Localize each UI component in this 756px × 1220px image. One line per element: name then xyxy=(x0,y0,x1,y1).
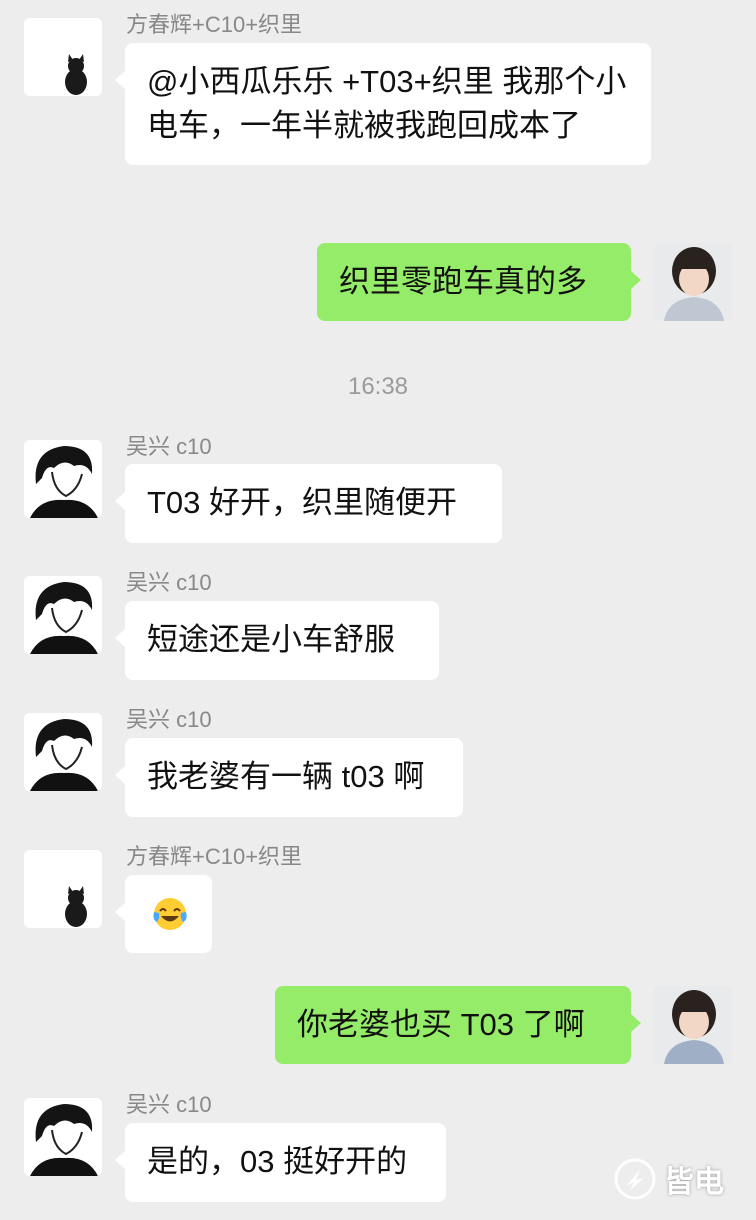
avatar-wu[interactable] xyxy=(24,576,102,654)
message-text: 你老婆也买 T03 了啊 xyxy=(297,1007,585,1042)
message-bubble[interactable]: 我老婆有一辆 t03 啊 xyxy=(115,738,463,817)
watermark: 皆电 xyxy=(614,1152,744,1206)
sender-name: 吴兴 c10 xyxy=(126,707,212,732)
avatar-self[interactable] xyxy=(654,986,732,1064)
message-text: 是的，03 挺好开的 xyxy=(147,1144,408,1179)
avatar-wu[interactable] xyxy=(24,440,102,518)
anime-man-icon xyxy=(24,713,102,791)
anime-man-icon xyxy=(24,440,102,518)
message-text: T03 好开，织里随便开 xyxy=(147,485,458,520)
avatar-wu[interactable] xyxy=(24,1098,102,1176)
logo-icon xyxy=(614,1158,656,1200)
anime-man-icon xyxy=(24,1098,102,1176)
sender-name: 吴兴 c10 xyxy=(126,570,212,595)
message-bubble-outgoing[interactable]: 织里零跑车真的多 xyxy=(317,243,641,321)
message-text: @小西瓜乐乐 +T03+织里 我那个小电车，一年半就被我跑回成本了 xyxy=(147,64,627,143)
message-text: 织里零跑车真的多 xyxy=(339,264,587,299)
avatar-self[interactable] xyxy=(654,243,732,321)
black-cat-icon xyxy=(24,850,102,928)
message-bubble[interactable]: @小西瓜乐乐 +T03+织里 我那个小电车，一年半就被我跑回成本了 xyxy=(115,43,651,165)
avatar-fang[interactable] xyxy=(24,850,102,928)
message-bubble[interactable]: T03 好开，织里随便开 xyxy=(115,464,502,543)
message-bubble-outgoing[interactable]: 你老婆也买 T03 了啊 xyxy=(275,986,641,1064)
black-cat-icon xyxy=(24,18,102,96)
watermark-text: 皆电 xyxy=(664,1166,724,1199)
sender-name: 方春辉+C10+织里 xyxy=(126,12,303,37)
anime-man-icon xyxy=(24,576,102,654)
message-bubble[interactable]: 是的，03 挺好开的 xyxy=(115,1123,446,1202)
message-bubble[interactable]: 短途还是小车舒服 xyxy=(115,601,439,680)
sender-name: 吴兴 c10 xyxy=(126,434,212,459)
message-text: 短途还是小车舒服 xyxy=(147,622,395,657)
avatar-wu[interactable] xyxy=(24,713,102,791)
avatar-fang[interactable] xyxy=(24,18,102,96)
message-text: 我老婆有一辆 t03 啊 xyxy=(147,759,425,794)
girl-photo-icon xyxy=(654,243,732,321)
crying-laughing-emoji-icon xyxy=(153,898,187,930)
time-divider: 16:38 xyxy=(347,373,409,400)
girl-photo-icon xyxy=(654,986,732,1064)
sender-name: 方春辉+C10+织里 xyxy=(126,844,303,869)
sender-name: 吴兴 c10 xyxy=(126,1092,212,1117)
